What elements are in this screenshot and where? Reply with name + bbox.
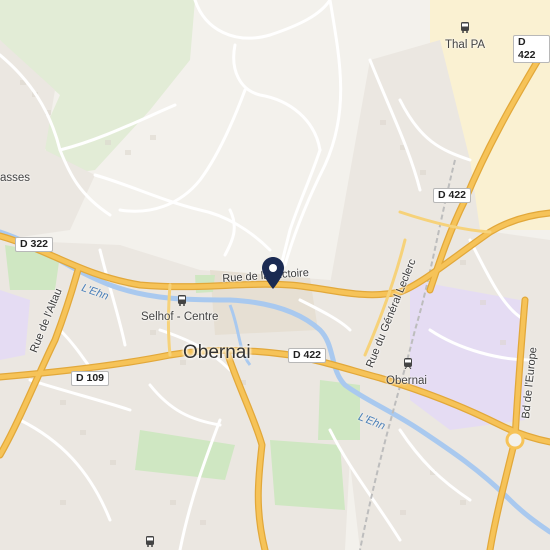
train-icon[interactable] bbox=[403, 358, 413, 369]
place-label-station: Obernai bbox=[386, 375, 427, 387]
road-shield-d322: D 322 bbox=[15, 237, 54, 252]
road-shield-d109: D 109 bbox=[71, 371, 110, 386]
map-pin-icon[interactable] bbox=[262, 257, 284, 289]
road-shield-d422-center: D 422 bbox=[288, 348, 327, 363]
park-southeast bbox=[270, 440, 345, 510]
road-shield-d422-top: D 422 bbox=[513, 35, 550, 63]
map-canvas[interactable]: Obernai Thal PA Selhof - Centre Obernai … bbox=[0, 0, 550, 550]
bus-icon[interactable] bbox=[460, 22, 470, 33]
town-label-obernai: Obernai bbox=[183, 342, 251, 363]
bus-icon[interactable] bbox=[145, 536, 155, 547]
place-label-selhof: Selhof - Centre bbox=[141, 311, 219, 323]
roundabout bbox=[505, 430, 525, 450]
industrial-zone-west bbox=[0, 290, 30, 360]
road-shield-d422-right: D 422 bbox=[433, 188, 472, 203]
place-label-edge: asses bbox=[0, 172, 31, 184]
place-label-thal-pa: Thal PA bbox=[445, 39, 486, 51]
bus-icon[interactable] bbox=[177, 295, 187, 306]
